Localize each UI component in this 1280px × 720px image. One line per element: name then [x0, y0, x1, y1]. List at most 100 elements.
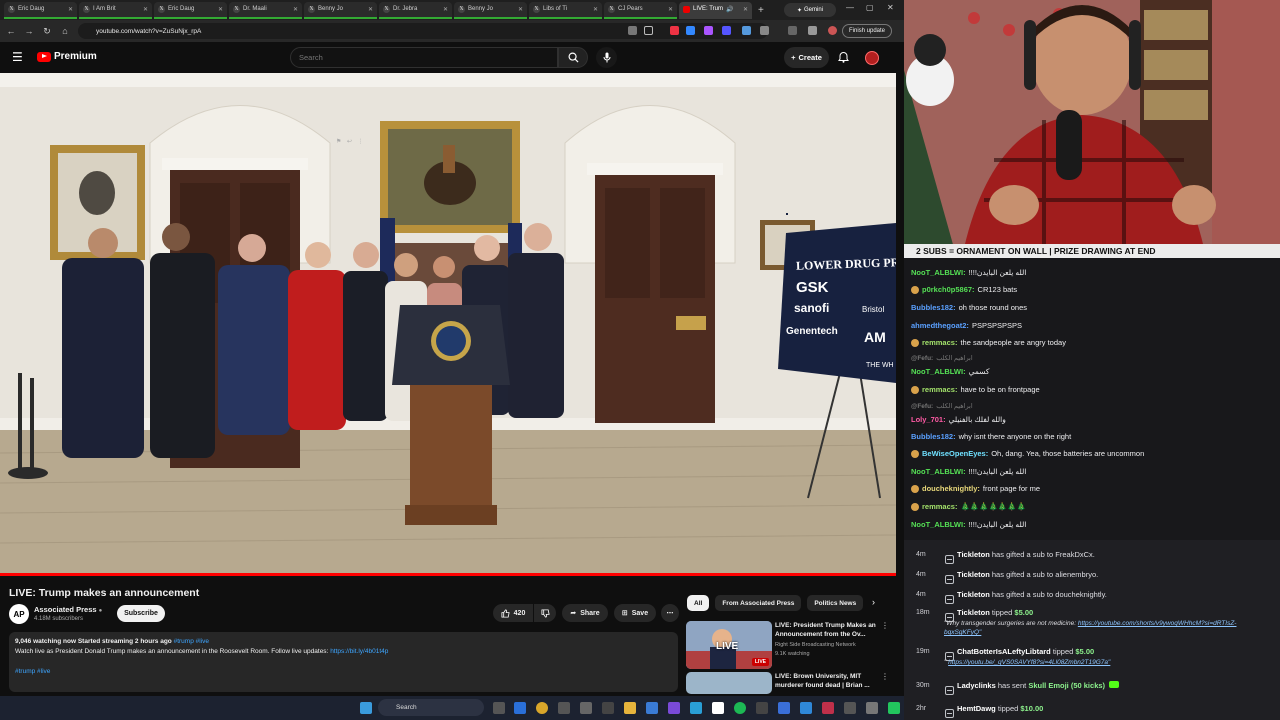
- event-target[interactable]: FreakDxCx.: [1055, 550, 1095, 559]
- sidebar-icon[interactable]: [788, 26, 797, 35]
- chip-from-associated-press[interactable]: From Associated Press: [715, 595, 802, 611]
- audio-playing-icon[interactable]: 🔊: [726, 6, 733, 13]
- forward-icon[interactable]: →: [20, 26, 38, 36]
- chat-username[interactable]: ahmedthegoat2:: [911, 321, 969, 330]
- chat-username[interactable]: Loly_701:: [911, 415, 946, 424]
- back-icon[interactable]: ←: [2, 26, 20, 36]
- maximize-icon[interactable]: ▢: [866, 3, 874, 12]
- description-link[interactable]: https://bit.ly/4b01t4p: [330, 648, 388, 655]
- extension-icon[interactable]: [742, 26, 751, 35]
- close-tab-icon[interactable]: ✕: [443, 6, 448, 13]
- app-icon[interactable]: [844, 702, 856, 714]
- close-window-icon[interactable]: ✕: [887, 3, 894, 12]
- chat-username[interactable]: @Fefu:: [911, 355, 933, 362]
- app-icon[interactable]: [690, 702, 702, 714]
- more-vertical-icon[interactable]: ⋮: [881, 621, 889, 630]
- finish-update-button[interactable]: Finish update: [842, 24, 892, 38]
- chat-username[interactable]: NooT_ALBLWI:: [911, 520, 966, 529]
- edge-icon[interactable]: [514, 702, 526, 714]
- close-tab-icon[interactable]: ✕: [518, 6, 523, 13]
- new-tab-icon[interactable]: +: [758, 5, 764, 16]
- more-vertical-icon[interactable]: ⋮: [881, 672, 889, 681]
- gemini-button[interactable]: ✦ Gemini: [784, 3, 836, 17]
- event-user[interactable]: HemtDawg: [957, 704, 996, 713]
- browser-tab[interactable]: 𝕏 Dr. Maali ✕: [229, 1, 302, 19]
- chrome-icon[interactable]: [536, 702, 548, 714]
- chat-username[interactable]: BeWiseOpenEyes:: [922, 449, 988, 458]
- browser-tab[interactable]: 𝕏 Libs of Ti ✕: [529, 1, 602, 19]
- chat-username[interactable]: NooT_ALBLWI:: [911, 467, 966, 476]
- chat-username[interactable]: remmacs:: [922, 502, 957, 511]
- app-icon[interactable]: [558, 702, 570, 714]
- channel-avatar[interactable]: AP: [9, 604, 29, 624]
- browser-tab[interactable]: 𝕏 Dr. Jebra ✕: [379, 1, 452, 19]
- profile-icon[interactable]: [828, 26, 837, 35]
- recommended-video[interactable]: LIVE: Brown University, MIT murderer fou…: [686, 672, 891, 694]
- windows-start-icon[interactable]: [360, 702, 372, 714]
- menu-icon[interactable]: ☰: [12, 51, 23, 63]
- chat-username[interactable]: NooT_ALBLWI:: [911, 268, 966, 277]
- reload-icon[interactable]: ↻: [38, 26, 56, 37]
- video-progress-bar[interactable]: [0, 573, 896, 576]
- video-thumbnail[interactable]: LIVE LIVE: [686, 621, 772, 669]
- file-explorer-icon[interactable]: [624, 702, 636, 714]
- app-icon[interactable]: [866, 702, 878, 714]
- extensions-puzzle-icon[interactable]: [760, 26, 769, 35]
- event-user[interactable]: Ladyclinks: [957, 681, 996, 690]
- app-icon[interactable]: [778, 702, 790, 714]
- spotify-icon[interactable]: [734, 702, 746, 714]
- chat-username[interactable]: Bubbles182:: [911, 432, 956, 441]
- event-target[interactable]: doucheknightly.: [1055, 590, 1107, 599]
- app-icon[interactable]: [756, 702, 768, 714]
- video-player[interactable]: LOWER DRUG PR GSK sanofi Bristol Genente…: [0, 73, 896, 576]
- save-button[interactable]: ⊞ Save: [614, 604, 656, 622]
- chip-politics-news[interactable]: Politics News: [807, 595, 864, 611]
- app-icon[interactable]: [668, 702, 680, 714]
- chat-username[interactable]: remmacs:: [922, 338, 957, 347]
- close-tab-icon[interactable]: ✕: [218, 6, 223, 13]
- task-view-icon[interactable]: [493, 702, 505, 714]
- install-icon[interactable]: [628, 26, 637, 35]
- search-input[interactable]: [290, 47, 558, 68]
- more-actions-button[interactable]: ⋯: [661, 604, 679, 622]
- app-icon[interactable]: [712, 702, 724, 714]
- app-icon[interactable]: [580, 702, 592, 714]
- extension-icon[interactable]: [722, 26, 731, 35]
- voice-search-button[interactable]: [596, 47, 617, 68]
- chat-username[interactable]: NooT_ALBLWI:: [911, 367, 966, 376]
- channel-name[interactable]: Associated Press ●: [34, 605, 102, 614]
- extension-icon[interactable]: [686, 26, 695, 35]
- event-user[interactable]: Tickleton: [957, 550, 990, 559]
- recommended-video[interactable]: LIVE LIVE LIVE: President Trump Makes an…: [686, 621, 891, 669]
- close-tab-icon[interactable]: ✕: [593, 6, 598, 13]
- notifications-bell-icon[interactable]: [838, 51, 849, 63]
- browser-tab[interactable]: 𝕏 Benny Jo ✕: [304, 1, 377, 19]
- share-button[interactable]: ➦ Share: [562, 604, 608, 622]
- search-button[interactable]: [558, 47, 588, 68]
- app-icon[interactable]: [888, 702, 900, 714]
- subscribe-button[interactable]: Subscribe: [117, 605, 165, 622]
- like-button[interactable]: 420: [493, 604, 533, 622]
- description-hashtags[interactable]: #trump #live: [15, 668, 50, 675]
- chat-username[interactable]: @Fefu:: [911, 403, 933, 410]
- minimize-icon[interactable]: —: [846, 3, 854, 12]
- description-tags[interactable]: #trump #live: [174, 638, 209, 645]
- app-icon[interactable]: [602, 702, 614, 714]
- app-icon[interactable]: [822, 702, 834, 714]
- app-icon[interactable]: [800, 702, 812, 714]
- browser-tab[interactable]: 𝕏 Benny Jo ✕: [454, 1, 527, 19]
- browser-tab[interactable]: 𝕏 CJ Pears ✕: [604, 1, 677, 19]
- close-tab-icon[interactable]: ✕: [743, 6, 748, 13]
- event-user[interactable]: Tickleton: [957, 570, 990, 579]
- chip-all[interactable]: All: [687, 595, 710, 611]
- message-actions[interactable]: ⚑ ↩ ⋮: [336, 138, 366, 145]
- extension-icon[interactable]: [704, 26, 713, 35]
- chat-username[interactable]: remmacs:: [922, 385, 957, 394]
- browser-tab[interactable]: 𝕏I Am Brit ✕: [79, 1, 152, 19]
- browser-tab[interactable]: 𝕏 Eric Daug ✕: [4, 1, 77, 19]
- chat-username[interactable]: Bubbles182:: [911, 303, 956, 312]
- downloads-icon[interactable]: [808, 26, 817, 35]
- taskbar-search[interactable]: Search: [378, 699, 484, 716]
- youtube-logo[interactable]: Premium: [37, 51, 97, 62]
- close-tab-icon[interactable]: ✕: [143, 6, 148, 13]
